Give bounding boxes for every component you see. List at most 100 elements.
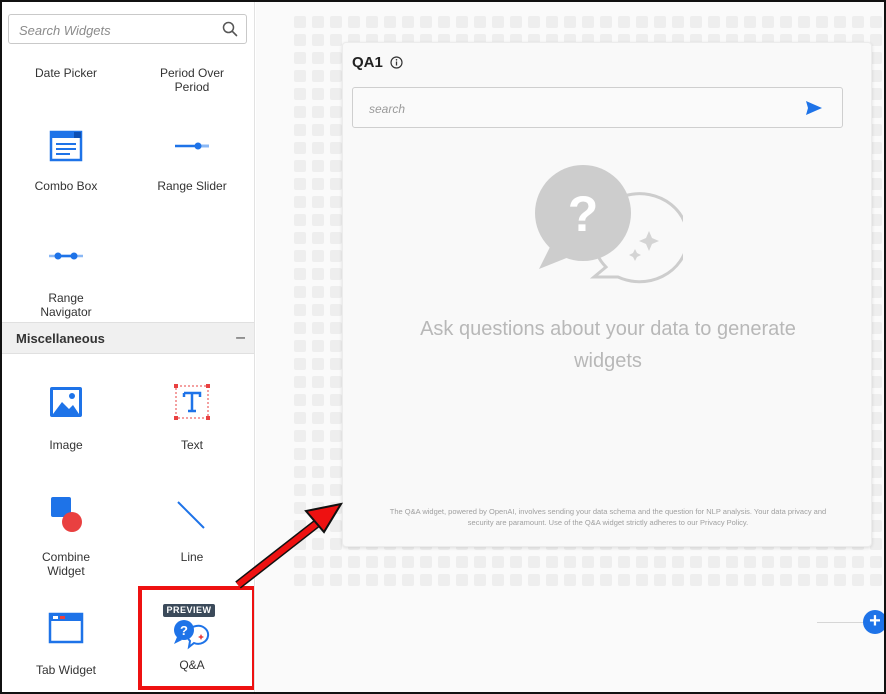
grid-cell — [294, 304, 306, 316]
grid-cell — [564, 16, 576, 28]
grid-cell — [780, 556, 792, 568]
grid-cell — [330, 340, 342, 352]
grid-cell — [330, 124, 342, 136]
grid-cell — [690, 16, 702, 28]
add-widget-button[interactable]: + — [863, 610, 884, 634]
tab-widget-icon — [48, 612, 84, 644]
qa-placeholder-illustration: ? — [535, 165, 683, 284]
widget-date-picker[interactable]: Date Picker — [6, 62, 126, 112]
widget-search-box[interactable] — [8, 14, 247, 44]
widget-range-slider[interactable]: Range Slider — [132, 122, 252, 202]
grid-cell — [294, 574, 306, 586]
add-divider-line — [817, 622, 865, 623]
grid-cell — [312, 322, 324, 334]
info-icon[interactable] — [390, 56, 403, 69]
grid-cell — [780, 574, 792, 586]
widget-label: Range Navigator — [40, 291, 92, 319]
grid-cell — [330, 88, 342, 100]
grid-cell — [600, 556, 612, 568]
grid-cell — [330, 178, 342, 190]
grid-cell — [564, 556, 576, 568]
grid-cell — [330, 52, 342, 64]
grid-cell — [312, 412, 324, 424]
grid-cell — [294, 268, 306, 280]
grid-cell — [816, 556, 828, 568]
widget-label: Image — [49, 438, 83, 452]
grid-cell — [330, 34, 342, 46]
grid-cell — [312, 484, 324, 496]
qa-empty-message: Ask questions about your data to generat… — [420, 318, 796, 372]
grid-cell — [330, 196, 342, 208]
widget-label: Line — [180, 550, 204, 564]
widget-text[interactable]: Text — [132, 380, 252, 460]
grid-cell — [438, 556, 450, 568]
grid-cell — [708, 556, 720, 568]
grid-cell — [618, 16, 630, 28]
grid-cell — [330, 358, 342, 370]
image-icon — [50, 387, 82, 417]
dashboard-canvas[interactable]: QA1 ? Ask questions about your — [256, 2, 884, 692]
qa-chat-icon: ? — [174, 620, 210, 650]
grid-cell — [708, 574, 720, 586]
grid-cell — [330, 538, 342, 550]
combine-widget-icon — [51, 497, 82, 532]
grid-cell — [474, 16, 486, 28]
grid-cell — [312, 358, 324, 370]
qa-widget-card[interactable]: QA1 ? Ask questions about your — [342, 42, 872, 547]
widget-period-over-period[interactable]: Period Over Period — [132, 62, 252, 112]
grid-cell — [654, 556, 666, 568]
widget-tab-widget[interactable]: Tab Widget — [6, 606, 126, 682]
grid-cell — [384, 574, 396, 586]
grid-cell — [600, 16, 612, 28]
grid-cell — [870, 16, 882, 28]
grid-cell — [294, 196, 306, 208]
widget-image[interactable]: Image — [6, 380, 126, 460]
widget-combo-box[interactable]: Combo Box — [6, 122, 126, 202]
grid-cell — [348, 574, 360, 586]
qa-search-box[interactable] — [352, 87, 843, 128]
grid-cell — [654, 574, 666, 586]
grid-cell — [312, 574, 324, 586]
grid-cell — [816, 574, 828, 586]
grid-cell — [330, 376, 342, 388]
grid-cell — [294, 538, 306, 550]
grid-cell — [744, 556, 756, 568]
widget-search-input[interactable] — [19, 21, 219, 39]
grid-cell — [654, 16, 666, 28]
send-icon[interactable] — [805, 100, 823, 116]
qa-search-input[interactable] — [369, 100, 769, 118]
grid-cell — [312, 538, 324, 550]
grid-cell — [726, 556, 738, 568]
widget-label: Text — [180, 438, 203, 452]
qa-widget-title: QA1 — [352, 54, 383, 71]
widget-range-navigator[interactable]: Range Navigator — [6, 234, 126, 320]
search-icon[interactable] — [222, 21, 238, 37]
grid-cell — [330, 502, 342, 514]
grid-cell — [294, 286, 306, 298]
section-miscellaneous[interactable]: Miscellaneous – — [2, 322, 254, 354]
grid-cell — [636, 16, 648, 28]
widget-combine-widget[interactable]: Combine Widget — [6, 494, 126, 578]
grid-cell — [294, 16, 306, 28]
grid-cell — [294, 88, 306, 100]
grid-cell — [330, 484, 342, 496]
grid-cell — [492, 574, 504, 586]
grid-cell — [672, 556, 684, 568]
grid-cell — [420, 574, 432, 586]
grid-cell — [312, 34, 324, 46]
collapse-icon[interactable]: – — [236, 329, 245, 347]
grid-cell — [312, 502, 324, 514]
grid-cell — [312, 286, 324, 298]
grid-cell — [294, 106, 306, 118]
widget-qa[interactable]: ? Q&A — [132, 614, 252, 680]
widget-sidebar: Date Picker Period Over Period Combo Box — [2, 2, 255, 692]
grid-cell — [816, 16, 828, 28]
grid-cell — [834, 556, 846, 568]
grid-cell — [420, 16, 432, 28]
widget-line[interactable]: Line — [132, 494, 252, 574]
grid-cell — [636, 556, 648, 568]
grid-cell — [330, 160, 342, 172]
grid-cell — [294, 412, 306, 424]
grid-cell — [294, 160, 306, 172]
grid-cell — [312, 106, 324, 118]
